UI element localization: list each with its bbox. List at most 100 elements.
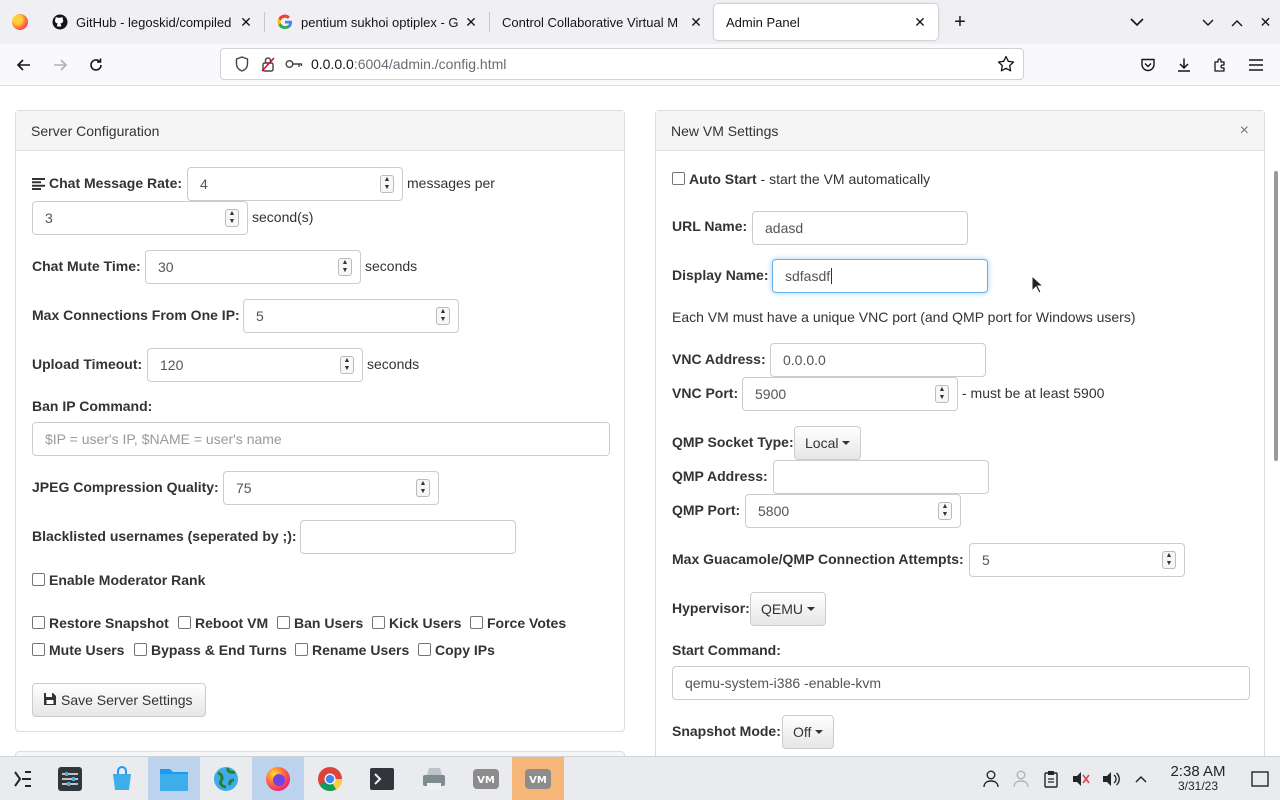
tab-admin-panel[interactable]: Admin Panel ✕ [714, 4, 938, 40]
mod-rank-checkbox[interactable] [32, 573, 45, 586]
insecure-lock-icon[interactable] [255, 56, 281, 72]
clipboard-icon[interactable] [1036, 770, 1066, 788]
stepper-icon[interactable]: ▲ ▼ [436, 307, 450, 325]
mouse-pointer-icon [1031, 274, 1045, 298]
qmp-port-input[interactable]: 5800 ▲ ▼ [745, 494, 961, 528]
system-tray: 2:38 AM 3/31/23 [976, 757, 1280, 800]
forward-button[interactable] [42, 49, 78, 81]
url-name-input[interactable]: adasd [752, 211, 968, 245]
chrome-icon[interactable] [304, 757, 356, 800]
perm-label: Mute Users [49, 642, 125, 658]
back-button[interactable] [6, 49, 42, 81]
stepper-icon[interactable]: ▲ ▼ [225, 209, 239, 227]
perm-kick-users-checkbox[interactable] [372, 616, 385, 629]
stepper-icon[interactable]: ▲ ▼ [340, 356, 354, 374]
upload-timeout-input[interactable]: 120 ▲ ▼ [147, 348, 363, 382]
qmp-address-input[interactable] [773, 460, 989, 494]
tray-expand-icon[interactable] [1126, 775, 1156, 783]
text-cursor [831, 268, 833, 284]
shield-icon[interactable] [229, 56, 255, 72]
start-command-input[interactable]: qemu-system-i386 -enable-kvm [672, 666, 1250, 700]
user-icon[interactable] [976, 770, 1006, 788]
extensions-icon[interactable] [1202, 49, 1238, 81]
perm-mute-users-checkbox[interactable] [32, 643, 45, 656]
tab-google-search[interactable]: pentium sukhoi optiplex - G ✕ [265, 4, 489, 40]
perm-rename-users-checkbox[interactable] [295, 643, 308, 656]
close-tab-icon[interactable]: ✕ [912, 14, 928, 31]
scrollbar-thumb[interactable] [1274, 171, 1278, 461]
pocket-icon[interactable] [1130, 49, 1166, 81]
jpeg-quality-input[interactable]: 75 ▲ ▼ [223, 471, 439, 505]
perm-restore-snapshot-checkbox[interactable] [32, 616, 45, 629]
clock[interactable]: 2:38 AM 3/31/23 [1162, 764, 1234, 793]
address-bar[interactable]: 0.0.0.0:6004/admin./config.html [220, 48, 1024, 80]
svg-text:VM: VM [477, 775, 495, 786]
perm-ban-users-checkbox[interactable] [277, 616, 290, 629]
clock-date: 3/31/23 [1177, 778, 1219, 793]
stepper-icon[interactable]: ▲ ▼ [338, 258, 352, 276]
stepper-icon[interactable]: ▲ ▼ [938, 502, 952, 520]
hypervisor-dropdown[interactable]: QEMU [750, 592, 826, 626]
input-value: 0.0.0.0 [783, 352, 826, 368]
chat-rate-seconds-input[interactable]: 3 ▲ ▼ [32, 201, 248, 235]
vm-app-active-icon[interactable]: VM [512, 756, 564, 800]
user-switch-icon[interactable] [1006, 770, 1036, 788]
minimize-icon[interactable] [1193, 14, 1222, 30]
display-name-input[interactable]: sdfasdf [772, 259, 988, 293]
auto-start-checkbox[interactable] [672, 172, 685, 185]
system-settings-icon[interactable] [44, 757, 96, 800]
file-manager-icon[interactable] [148, 756, 200, 800]
close-tab-icon[interactable]: ✕ [238, 14, 254, 31]
mod-rank-label: Enable Moderator Rank [49, 572, 206, 588]
tab-collabvm[interactable]: Control Collaborative Virtual M ✕ [490, 4, 714, 40]
tab-github[interactable]: GitHub - legoskid/compiled ✕ [40, 4, 264, 40]
audio-muted-icon[interactable] [1066, 771, 1096, 787]
page-content: Server Configuration Chat Message Rate: … [0, 87, 1272, 756]
stepper-icon[interactable]: ▲ ▼ [380, 175, 394, 193]
vm-app-icon[interactable]: VM [460, 757, 512, 800]
stepper-icon[interactable]: ▲ ▼ [935, 385, 949, 403]
printer-scanner-icon[interactable] [408, 757, 460, 800]
stepper-icon[interactable]: ▲ ▼ [1162, 551, 1176, 569]
ban-ip-command-input[interactable]: $IP = user's IP, $NAME = user's name [32, 422, 610, 456]
chat-rate-input[interactable]: 4 ▲ ▼ [187, 167, 403, 201]
mute-time-input[interactable]: 30 ▲ ▼ [145, 250, 361, 284]
reload-button[interactable] [78, 49, 114, 81]
perm-bypass-turns-checkbox[interactable] [134, 643, 147, 656]
perm-force-votes-checkbox[interactable] [470, 616, 483, 629]
list-all-tabs-icon[interactable] [1122, 14, 1151, 30]
max-connections-input[interactable]: 5 ▲ ▼ [243, 299, 459, 333]
downloads-icon[interactable] [1166, 49, 1202, 81]
close-tab-icon[interactable]: ✕ [688, 14, 704, 31]
maximize-icon[interactable] [1222, 14, 1251, 30]
close-tab-icon[interactable]: ✕ [463, 14, 479, 31]
software-store-icon[interactable] [96, 757, 148, 800]
firefox-taskbar-icon[interactable] [252, 756, 304, 800]
app-launcher-icon[interactable] [0, 757, 44, 800]
key-icon[interactable] [281, 58, 307, 70]
save-server-settings-button[interactable]: Save Server Settings [32, 683, 206, 717]
volume-icon[interactable] [1096, 771, 1126, 787]
blacklist-input[interactable] [300, 520, 516, 554]
firefox-view-button[interactable] [0, 0, 40, 44]
vnc-port-input[interactable]: 5900 ▲ ▼ [742, 377, 958, 411]
bookmark-star-icon[interactable] [997, 55, 1015, 76]
page-scrollbar[interactable] [1272, 87, 1280, 756]
panel-title: Server Configuration [31, 122, 160, 139]
vnc-address-input[interactable]: 0.0.0.0 [770, 343, 986, 377]
snapshot-mode-dropdown[interactable]: Off [782, 715, 835, 749]
qmp-type-dropdown[interactable]: Local [794, 426, 862, 460]
max-attempts-input[interactable]: 5 ▲ ▼ [969, 543, 1185, 577]
close-window-icon[interactable]: ✕ [1251, 14, 1280, 31]
button-label: Save Server Settings [61, 692, 193, 708]
menu-icon[interactable] [1238, 49, 1274, 81]
perm-reboot-vm-checkbox[interactable] [178, 616, 191, 629]
panel-heading: Server Configuration [16, 111, 624, 151]
show-desktop-icon[interactable] [1240, 770, 1280, 787]
new-tab-button[interactable]: + [942, 4, 978, 40]
network-globe-icon[interactable] [200, 757, 252, 800]
close-icon[interactable]: × [1240, 122, 1249, 140]
stepper-icon[interactable]: ▲ ▼ [416, 479, 430, 497]
perm-copy-ips-checkbox[interactable] [418, 643, 431, 656]
terminal-icon[interactable] [356, 757, 408, 800]
